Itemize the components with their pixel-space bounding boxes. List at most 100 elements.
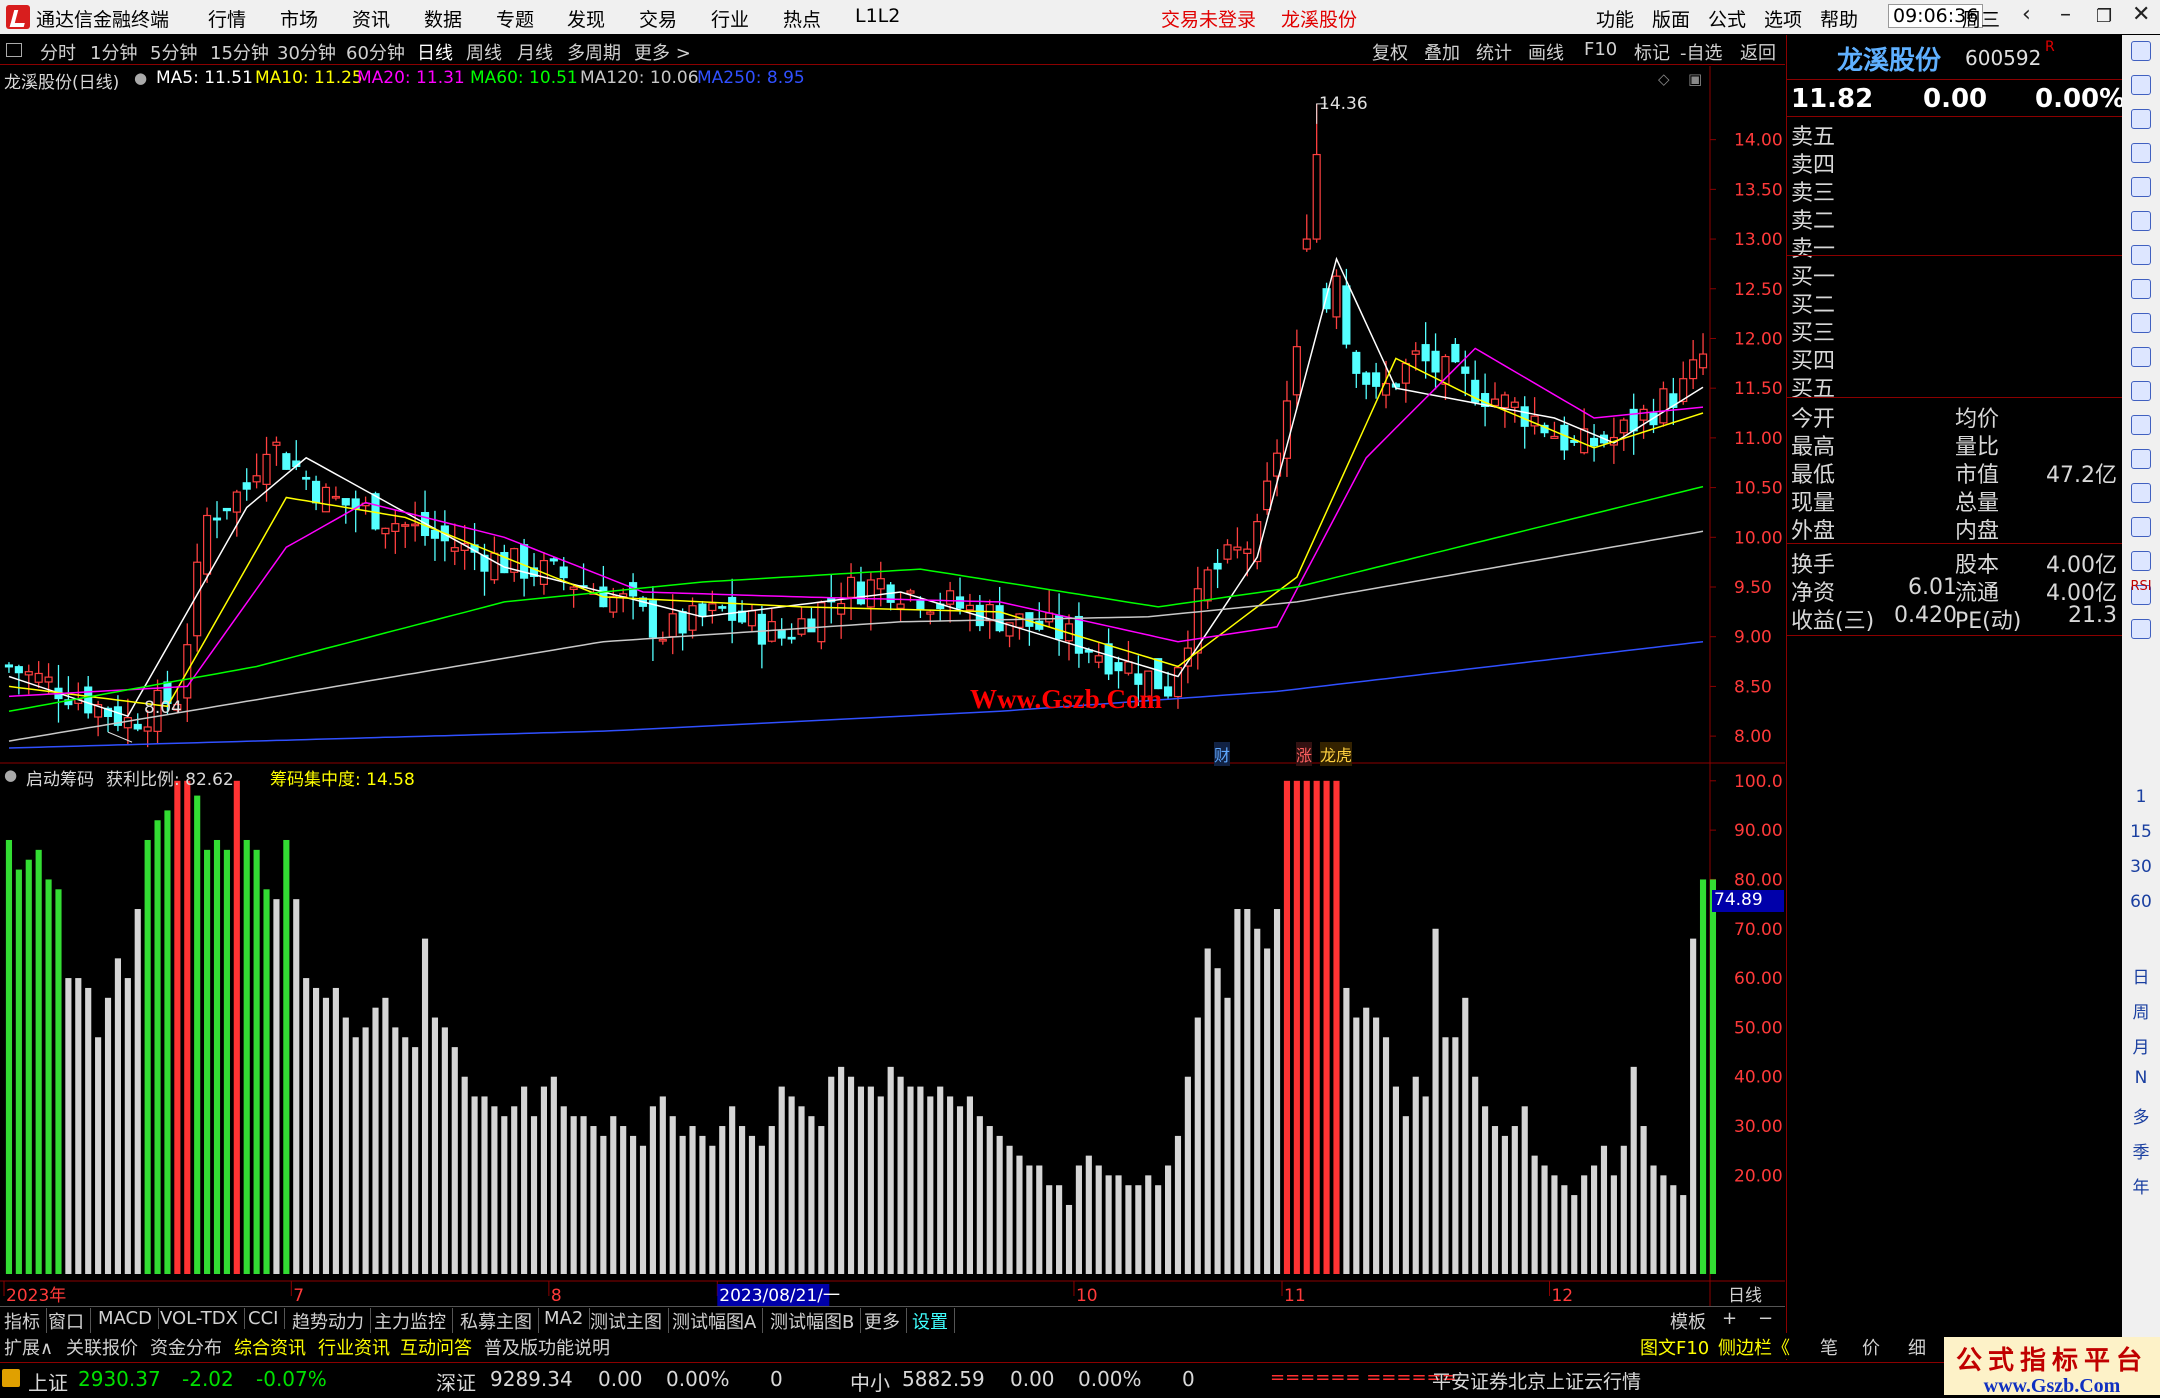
status-menu-icon[interactable] [2,1369,20,1387]
layout-toggle-icon[interactable] [6,43,22,57]
tab-info-6[interactable]: 普及版功能说明 [484,1334,610,1360]
tool-diejia[interactable]: 叠加 [1424,39,1460,65]
finance-marker[interactable]: 财 [1214,742,1231,766]
tab-indicator-12[interactable]: 更多 [864,1308,907,1334]
period-1min[interactable]: 1分钟 [90,39,137,65]
bid-3[interactable]: 买三 [1787,315,2122,346]
menu-shuju[interactable]: 数据 [424,5,462,32]
tab-info-right-2[interactable]: 笔 [1820,1334,1838,1360]
tab-indicator-4[interactable]: CCI [248,1308,286,1329]
menu-bangzhu[interactable]: 帮助 [1820,5,1858,32]
tool-huaxian[interactable]: 画线 [1528,39,1564,65]
period-5min[interactable]: 5分钟 [150,39,197,65]
sidebar-period-15[interactable]: 15 [2122,822,2160,842]
tab-indicator-7[interactable]: 私募主图 [460,1308,539,1334]
period-60min[interactable]: 60分钟 [346,39,405,65]
tool-f10[interactable]: F10 [1584,39,1617,60]
chart-area[interactable]: 14.00 13.50 13.00 12.50 12.00 11.50 11.00 10.50… [0,66,1785,1306]
tabbar-right-2[interactable]: − [1758,1308,1773,1329]
menu-redian[interactable]: 热点 [783,5,821,32]
zx-index-name[interactable]: 中小 [850,1367,890,1396]
tab-info-right-3[interactable]: 价 [1862,1334,1880,1360]
tab-info-4[interactable]: 行业资讯 [318,1334,390,1360]
bid-1[interactable]: 买一 [1787,259,2122,290]
period-30min[interactable]: 30分钟 [277,39,336,65]
period-fenshi[interactable]: 分时 [40,39,76,65]
pen-icon[interactable] [2131,551,2151,571]
ask-3[interactable]: 卖三 [1787,175,2122,206]
tab-indicator-10[interactable]: 测试幅图A [672,1308,764,1334]
menu-hangye[interactable]: 行业 [711,5,749,32]
sidebar-period-0[interactable]: 日 [2122,963,2160,988]
kline-chart-svg[interactable]: 14.00 13.50 13.00 12.50 12.00 11.50 11.00 10.50… [0,66,1785,1306]
ask-2[interactable]: 卖二 [1787,203,2122,234]
chart-icon[interactable] [2131,211,2151,231]
tab-indicator-1[interactable]: 窗口 [48,1308,91,1334]
menu-faxian[interactable]: 发现 [567,5,605,32]
tab-indicator-5[interactable]: 趋势动力 [292,1308,371,1334]
sidebar-period-60[interactable]: 60 [2122,892,2160,912]
chart-expand-icon[interactable]: ◇ [1658,70,1670,88]
tab-info-right-0[interactable]: 图文F10 [1640,1334,1709,1360]
tab-indicator-13[interactable]: 设置 [912,1308,955,1334]
period-15min[interactable]: 15分钟 [210,39,269,65]
tab-info-right-4[interactable]: 细 [1908,1334,1926,1360]
tab-info-1[interactable]: 关联报价 [66,1334,138,1360]
menu-l1l2[interactable]: L1L2 [855,5,900,27]
tab-info-3[interactable]: 综合资讯 [234,1334,306,1360]
tab-info-2[interactable]: 资金分布 [150,1334,222,1360]
tool-biaoji[interactable]: 标记 [1634,39,1670,65]
longhu-marker[interactable]: 龙虎 [1320,742,1353,766]
tool-tongji[interactable]: 统计 [1476,39,1512,65]
menu-gongshi[interactable]: 公式 [1708,5,1746,32]
period-daily[interactable]: 日线 [417,39,453,65]
sidebar-period-1[interactable]: 1 [2122,787,2160,807]
list-icon[interactable] [2131,279,2151,299]
grid-icon[interactable] [2131,143,2151,163]
sidebar-period-30[interactable]: 30 [2122,857,2160,877]
bid-4[interactable]: 买四 [1787,343,2122,374]
sidebar-period-1[interactable]: 周 [2122,998,2160,1023]
quote-stock-name[interactable]: 龙溪股份 [1837,40,1941,77]
tab-info-right-1[interactable]: 侧边栏《 [1718,1334,1790,1360]
period-more[interactable]: 更多 > [634,39,691,65]
tab-indicator-8[interactable]: MA2 [544,1308,591,1329]
f2-icon[interactable] [2131,415,2151,435]
f10-icon[interactable] [2131,313,2151,333]
period-weekly[interactable]: 周线 [466,39,502,65]
tab-info-5[interactable]: 互动问答 [400,1334,472,1360]
rsi-icon[interactable] [2131,483,2151,503]
restore-icon[interactable]: ❐ [2096,6,2112,27]
sidebar-period-2[interactable]: 月 [2122,1033,2160,1058]
table-icon[interactable] [2131,177,2151,197]
bid-2[interactable]: 买二 [1787,287,2122,318]
tab-indicator-2[interactable]: MACD [98,1308,159,1329]
ask-5[interactable]: 卖五 [1787,119,2122,150]
menu-zhuanti[interactable]: 专题 [496,5,534,32]
back-icon[interactable]: ‹ [2022,2,2031,27]
sidebar-period-6[interactable]: 年 [2122,1173,2160,1198]
sidebar-period-3[interactable]: N [2122,1068,2160,1088]
menu-gongneng[interactable]: 功能 [1596,5,1634,32]
tab-indicator-3[interactable]: VOL-TDX [160,1308,245,1329]
menu-zixun[interactable]: 资讯 [352,5,390,32]
ask-4[interactable]: 卖四 [1787,147,2122,178]
stats-icon[interactable] [2131,347,2151,367]
menu-shichang[interactable]: 市场 [280,5,318,32]
menu-hangqing[interactable]: 行情 [208,5,246,32]
menu-xuanxiang[interactable]: 选项 [1764,5,1802,32]
sidebar-period-4[interactable]: 多 [2122,1103,2160,1128]
indicator-settings-icon[interactable]: ● [4,766,17,784]
tool-fanhui[interactable]: 返回 [1740,39,1776,65]
tabbar-right-0[interactable]: 模板 [1670,1308,1706,1334]
close-icon[interactable]: ✕ [2132,2,2150,27]
limit-up-marker[interactable]: 涨 [1296,742,1313,766]
kline-icon[interactable] [2131,245,2151,265]
tab-info-0[interactable]: 扩展∧ [4,1334,53,1360]
minimize-icon[interactable]: – [2060,2,2071,27]
up-arrow-icon[interactable] [2131,41,2151,61]
sh-index-name[interactable]: 上证 [28,1367,68,1396]
up-icon[interactable] [2131,75,2151,95]
tabbar-right-1[interactable]: + [1722,1308,1737,1329]
doc-icon[interactable] [2131,381,2151,401]
